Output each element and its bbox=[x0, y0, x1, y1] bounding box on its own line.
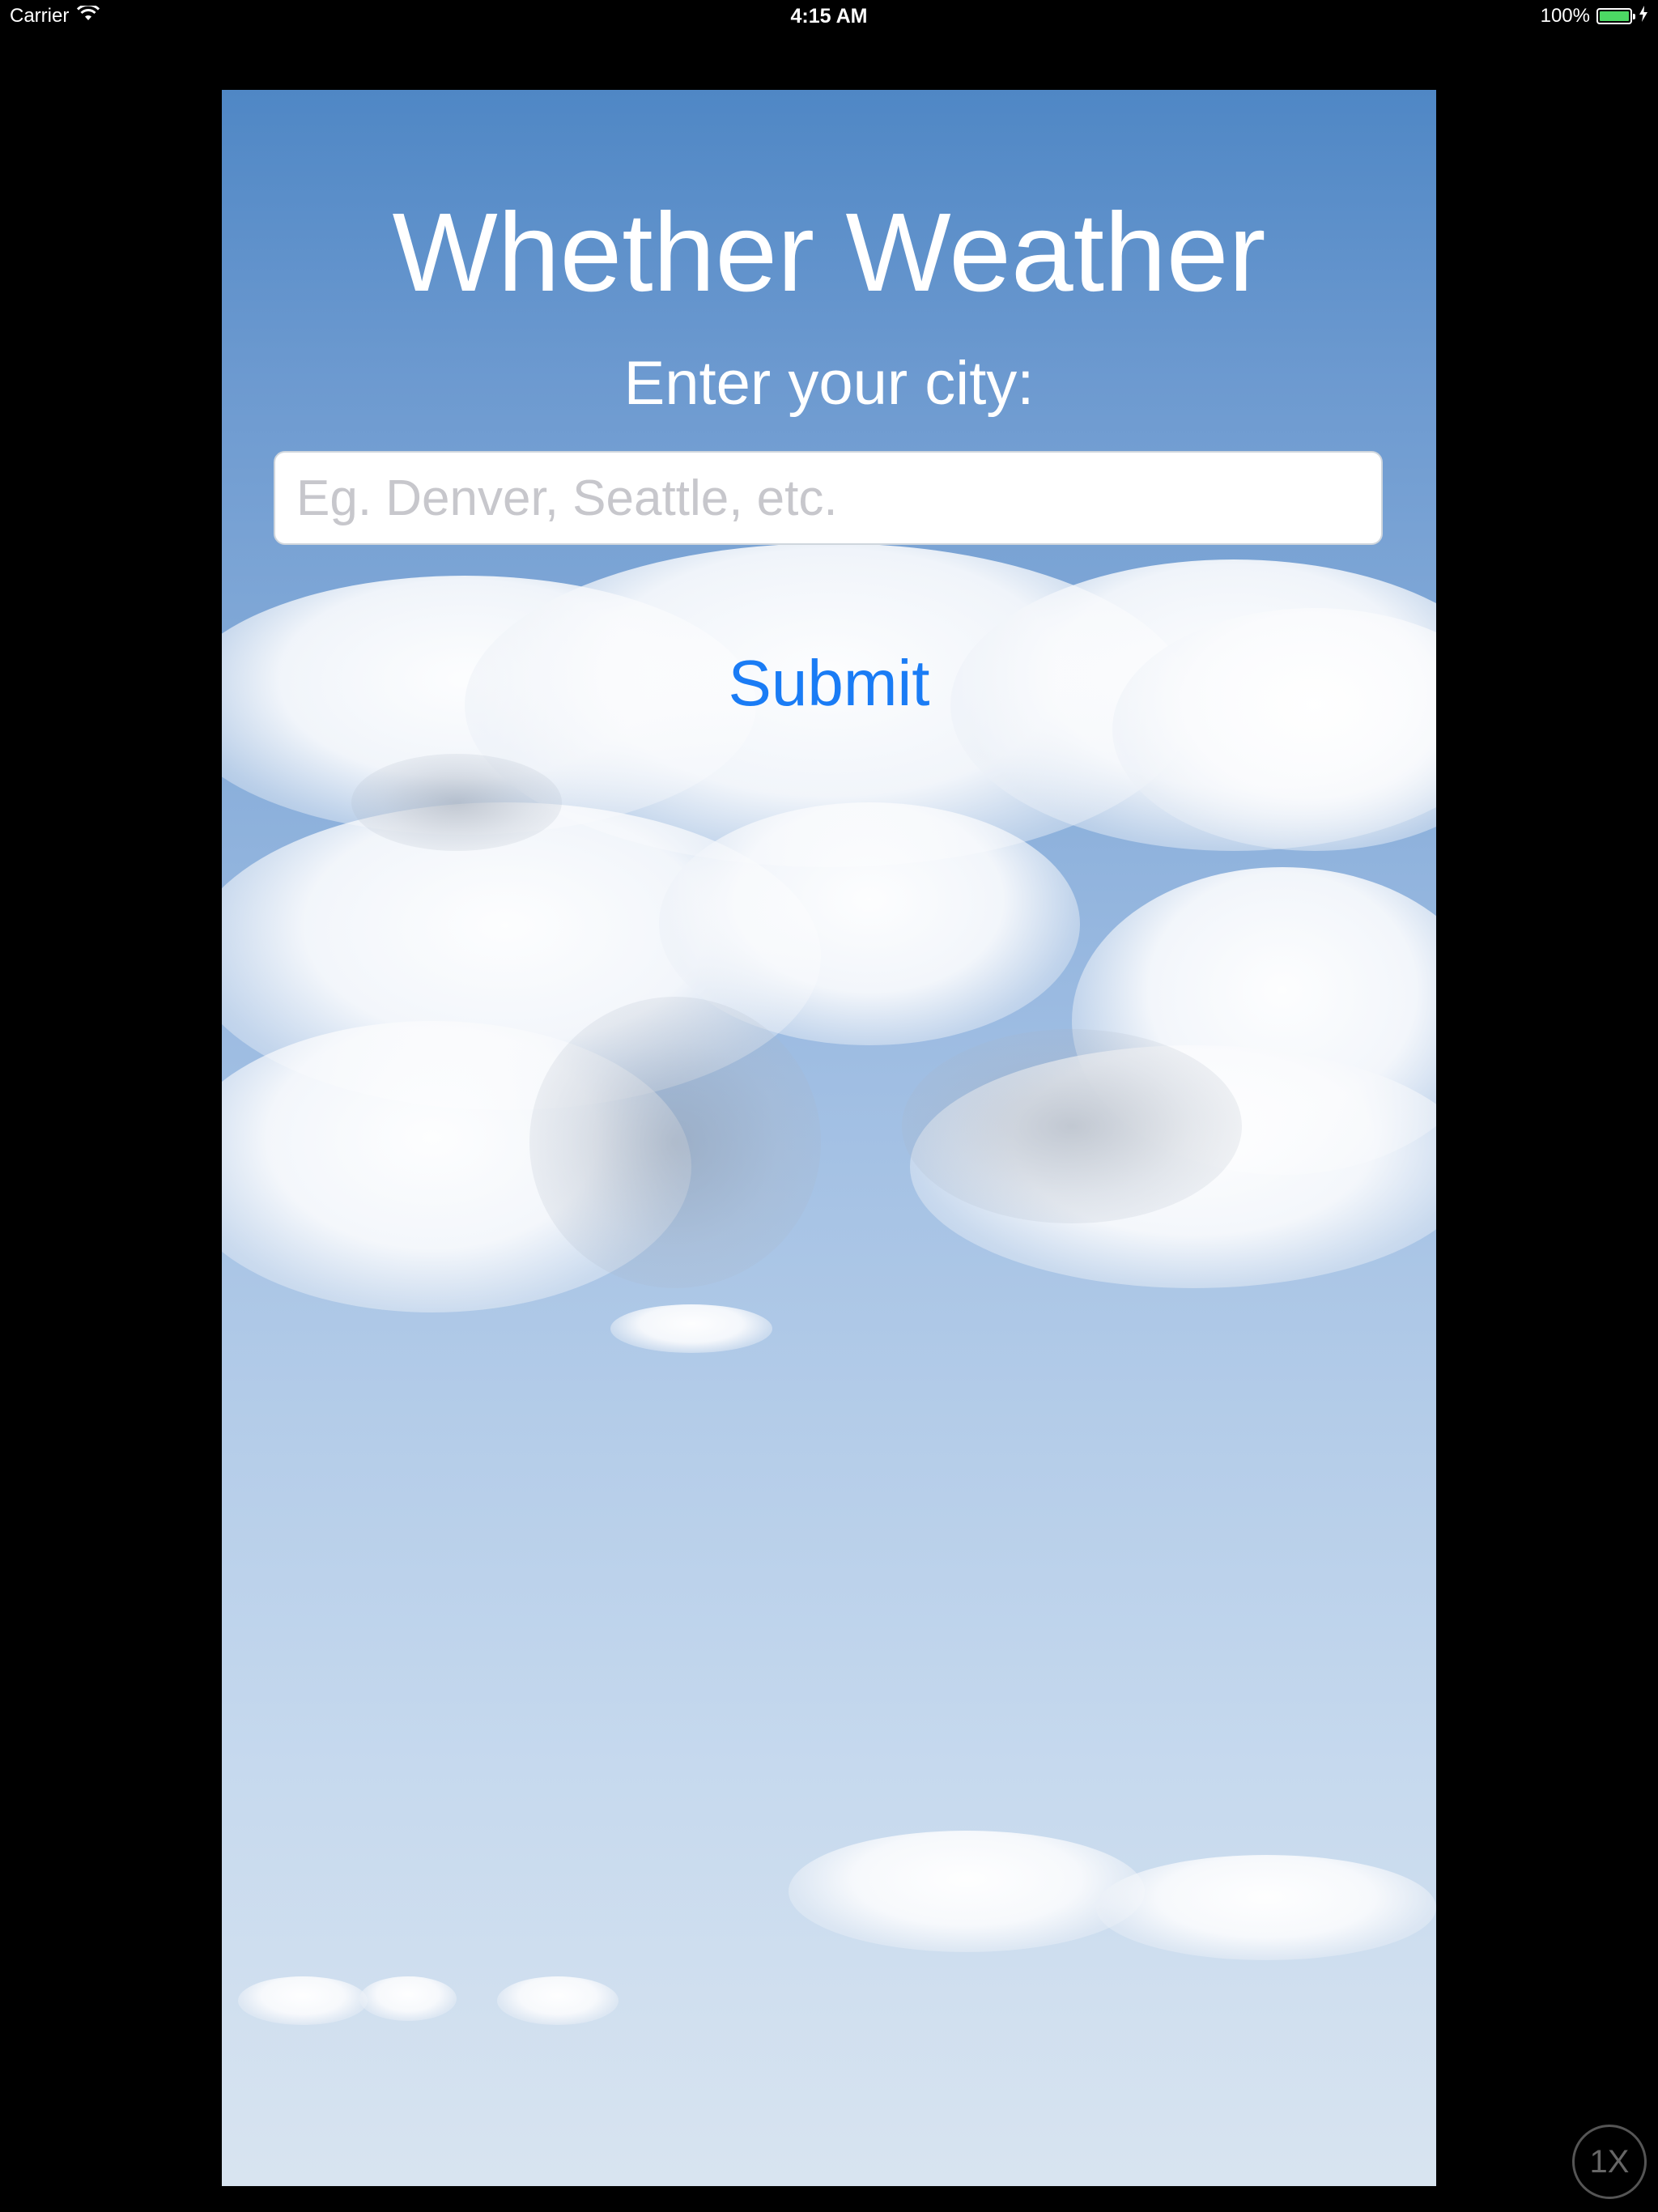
status-right: 100% bbox=[1541, 5, 1648, 28]
city-prompt-label: Enter your city: bbox=[623, 349, 1035, 418]
battery-level-fill bbox=[1600, 11, 1629, 21]
app-window: Whether Weather Enter your city: Submit bbox=[222, 90, 1436, 2186]
status-bar: Carrier 4:15 AM 100% bbox=[0, 0, 1658, 32]
submit-button[interactable]: Submit bbox=[667, 644, 991, 722]
city-input[interactable] bbox=[274, 451, 1383, 545]
scale-toggle-button[interactable]: 1X bbox=[1572, 2125, 1647, 2199]
battery-percent: 100% bbox=[1540, 5, 1590, 27]
battery-icon bbox=[1596, 8, 1635, 24]
bolt-icon bbox=[1639, 5, 1648, 28]
app-title: Whether Weather bbox=[392, 190, 1266, 315]
status-time: 4:15 AM bbox=[790, 5, 868, 28]
